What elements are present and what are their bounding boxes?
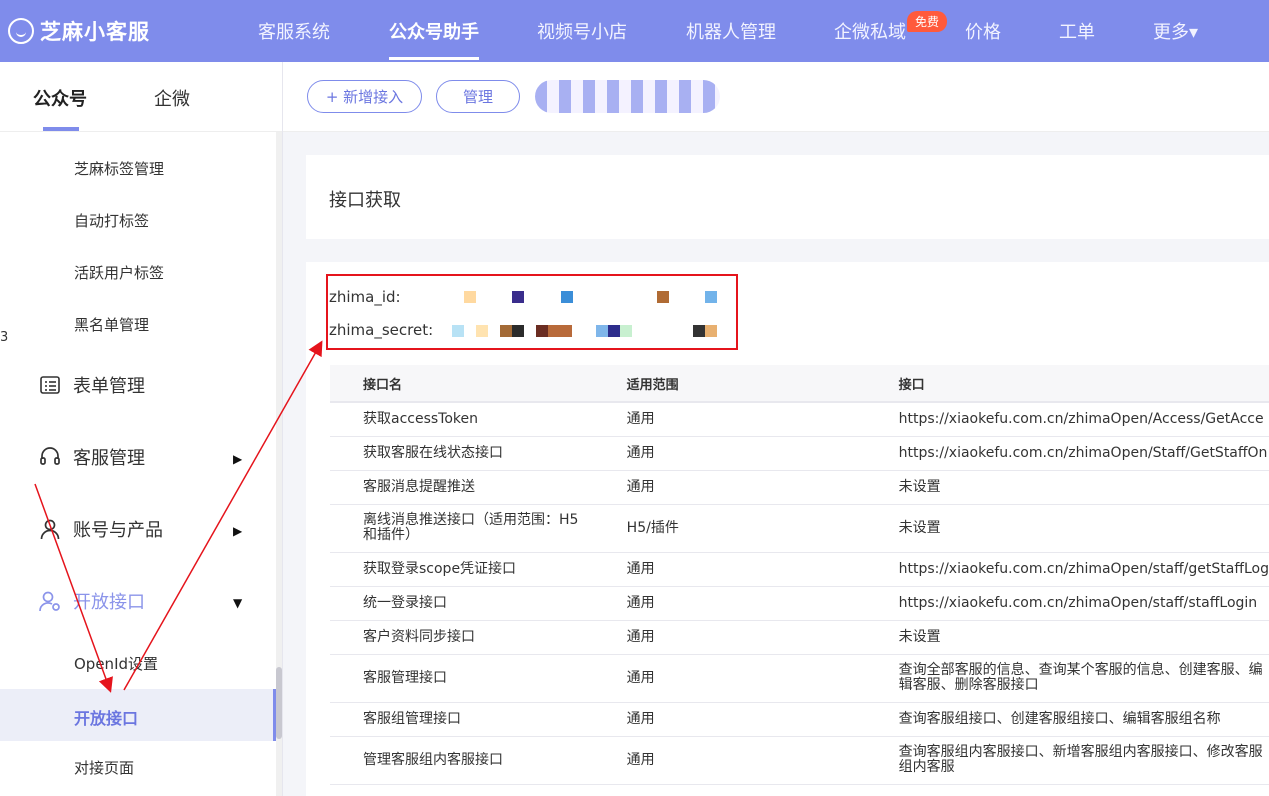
list-icon <box>40 376 60 394</box>
add-access-button[interactable]: + 新增接入 <box>307 80 422 113</box>
column-header-endpoint: 接口 <box>865 365 1269 403</box>
table-header-row: 接口名 适用范围 接口 <box>330 365 1269 403</box>
logo[interactable]: 芝麻小客服 <box>8 16 150 46</box>
sidebar-scrollbar-thumb[interactable] <box>276 667 282 739</box>
cell-scope: 通用 <box>593 552 866 587</box>
nav-video-shop[interactable]: 视频号小店 <box>537 18 627 44</box>
blurred-account-button[interactable] <box>535 80 720 113</box>
caret-down-icon: ▼ <box>233 596 243 610</box>
table-row: 获取客服在线状态接口 通用 https://xiaokefu.com.cn/zhim… <box>330 436 1269 471</box>
cell-api-name: 管理客服组内客服接口 <box>330 736 594 785</box>
nav-more[interactable]: 更多▾ <box>1153 18 1198 44</box>
top-nav-bar: 芝麻小客服 客服系统 公众号助手 视频号小店 机器人管理 企微私域 免费 价格 … <box>0 0 1269 62</box>
cell-api-name: 客服组管理接口 <box>330 702 594 737</box>
cell-endpoint: 查询客服组内客服接口、新增客服组内客服接口、修改客服组内客服 <box>865 736 1269 785</box>
cell-scope: H5/插件 <box>593 504 866 553</box>
section-title: 接口获取 <box>329 190 401 211</box>
table-row: 统一登录接口 通用 https://xiaokefu.com.cn/zhimaOpe… <box>330 586 1269 621</box>
cell-endpoint: https://xiaokefu.com.cn/zhimaOpen/staff/… <box>865 586 1269 621</box>
table-row: 离线消息推送接口（适用范围：H5和插件） H5/插件 未设置 <box>330 504 1269 553</box>
cell-endpoint: https://xiaokefu.com.cn/zhimaOpen/Access… <box>865 402 1269 437</box>
section-header-card <box>306 155 1269 239</box>
column-header-scope: 适用范围 <box>593 365 866 403</box>
sidebar-item-kefu-management[interactable]: 客服管理 <box>38 444 145 470</box>
table-row: 获取accessToken 通用 https://xiaokefu.com.cn/z… <box>330 402 1269 437</box>
cell-api-name: 获取登录scope凭证接口 <box>330 552 594 587</box>
table-row: 客服管理接口 通用 查询全部客服的信息、查询某个客服的信息、创建客服、编辑客服、删除… <box>330 654 1269 703</box>
cell-endpoint: 查询客服组接口、创建客服组接口、编辑客服组名称 <box>865 702 1269 737</box>
nav-kefu-system[interactable]: 客服系统 <box>258 18 330 44</box>
cell-scope: 通用 <box>593 586 866 621</box>
sidebar-item-label: 开放接口 <box>73 592 145 613</box>
nav-robot-management[interactable]: 机器人管理 <box>686 18 776 44</box>
sidebar-item-account-product[interactable]: 账号与产品 <box>38 516 163 542</box>
sidebar-item-label: 账号与产品 <box>73 520 163 541</box>
logo-text: 芝麻小客服 <box>40 20 150 44</box>
sidebar-item-label: 表单管理 <box>73 376 145 397</box>
caret-right-icon: ▶ <box>233 452 243 466</box>
sidebar-item-label: 客服管理 <box>73 448 145 469</box>
column-header-name: 接口名 <box>330 365 594 403</box>
sidebar-item-active-user-tag[interactable]: 活跃用户标签 <box>74 262 164 283</box>
user-icon <box>40 519 60 540</box>
cell-endpoint: 未设置 <box>865 470 1269 505</box>
cell-api-name: 获取accessToken <box>330 402 594 437</box>
cell-scope: 通用 <box>593 736 866 785</box>
cell-scope: 通用 <box>593 620 866 655</box>
sidebar-item-auto-tag[interactable]: 自动打标签 <box>74 210 149 231</box>
cell-endpoint: 查询全部客服的信息、查询某个客服的信息、创建客服、编辑客服、删除客服接口 <box>865 654 1269 703</box>
cell-api-name: 客服管理接口 <box>330 654 594 703</box>
cell-scope: 通用 <box>593 654 866 703</box>
table-row: 客户资料同步接口 通用 未设置 <box>330 620 1269 655</box>
api-table: 接口名 适用范围 接口 获取accessToken 通用 https://xiaok… <box>330 365 1269 785</box>
cell-api-name: 客服消息提醒推送 <box>330 470 594 505</box>
cell-endpoint: 未设置 <box>865 504 1269 553</box>
table-row: 客服消息提醒推送 通用 未设置 <box>330 470 1269 505</box>
edge-glyph: 3 <box>0 330 9 345</box>
credential-annotation-box <box>326 274 738 350</box>
table-row: 客服组管理接口 通用 查询客服组接口、创建客服组接口、编辑客服组名称 <box>330 702 1269 737</box>
cell-scope: 通用 <box>593 702 866 737</box>
nav-price[interactable]: 价格 <box>965 18 1001 44</box>
table-row: 获取登录scope凭证接口 通用 https://xiaokefu.com.cn/z… <box>330 552 1269 587</box>
user-gear-icon <box>39 591 60 612</box>
sidebar-item-integration-page[interactable]: 对接页面 <box>74 757 134 778</box>
sidebar-item-open-api-active[interactable]: 开放接口 <box>74 705 138 729</box>
cell-api-name: 离线消息推送接口（适用范围：H5和插件） <box>330 504 594 553</box>
free-badge: 免费 <box>907 11 948 32</box>
sidebar-item-openid-settings[interactable]: OpenId设置 <box>74 653 158 674</box>
nav-gzh-assistant[interactable]: 公众号助手 <box>389 18 479 44</box>
manage-button[interactable]: 管理 <box>436 80 520 113</box>
sidebar-tabs: 公众号 企微 <box>0 62 282 132</box>
cell-scope: 通用 <box>593 470 866 505</box>
sidebar-item-open-api[interactable]: 开放接口 <box>38 588 145 614</box>
nav-ticket[interactable]: 工单 <box>1059 18 1095 44</box>
sidebar-item-zhima-tags[interactable]: 芝麻标签管理 <box>74 158 164 179</box>
tab-wecom[interactable]: 企微 <box>154 85 190 111</box>
sidebar-tab-indicator <box>43 127 79 131</box>
sidebar-item-blacklist[interactable]: 黑名单管理 <box>74 314 149 335</box>
caret-right-icon: ▶ <box>233 524 243 538</box>
cell-api-name: 获取客服在线状态接口 <box>330 436 594 471</box>
headset-icon <box>40 447 60 465</box>
active-nav-indicator <box>389 57 479 60</box>
cell-scope: 通用 <box>593 402 866 437</box>
cell-endpoint: https://xiaokefu.com.cn/zhimaOpen/staff/… <box>865 552 1269 587</box>
sidebar: 公众号 企微 芝麻标签管理 自动打标签 活跃用户标签 黑名单管理 3 表单管理 … <box>0 62 283 796</box>
nav-wecom-private[interactable]: 企微私域 <box>834 18 906 44</box>
smile-chat-icon <box>8 18 34 44</box>
cell-scope: 通用 <box>593 436 866 471</box>
toolbar <box>283 62 1269 132</box>
cell-endpoint: https://xiaokefu.com.cn/zhimaOpen/Staff/… <box>865 436 1269 471</box>
cell-api-name: 客户资料同步接口 <box>330 620 594 655</box>
tab-gzh[interactable]: 公众号 <box>33 85 87 111</box>
sidebar-item-forms[interactable]: 表单管理 <box>38 372 145 398</box>
cell-endpoint: 未设置 <box>865 620 1269 655</box>
cell-api-name: 统一登录接口 <box>330 586 594 621</box>
table-row: 管理客服组内客服接口 通用 查询客服组内客服接口、新增客服组内客服接口、修改客服组内… <box>330 736 1269 785</box>
